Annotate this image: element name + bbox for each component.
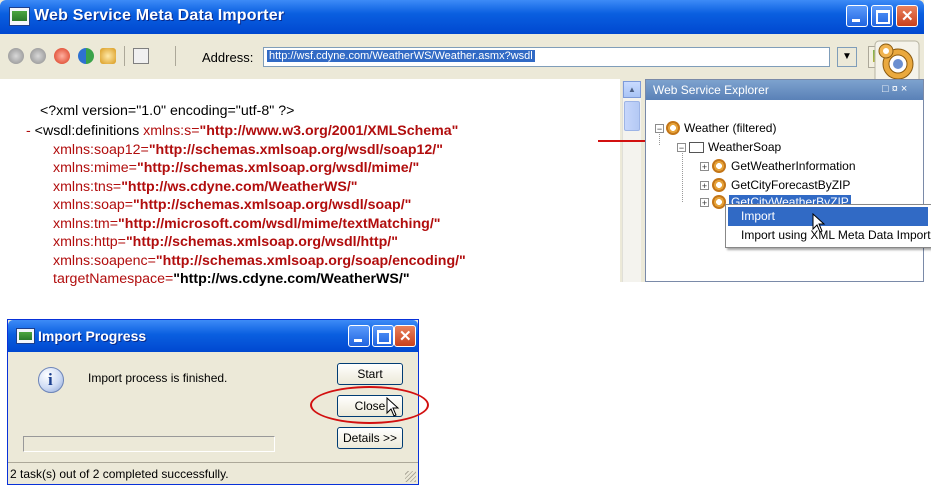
back-icon[interactable]	[8, 48, 24, 64]
menu-item-import[interactable]: Import	[728, 207, 928, 226]
refresh-icon[interactable]	[78, 48, 94, 64]
service-icon	[666, 121, 680, 135]
window-title: Web Service Meta Data Importer	[34, 7, 285, 24]
xml-token: "http://schemas.xmlsoap.org/soap/encodin…	[155, 253, 466, 269]
xml-line: <?xml version="1.0" encoding="utf-8" ?>	[40, 103, 294, 119]
close-window-button[interactable]	[896, 5, 918, 27]
xml-scrollbar[interactable]: ▲	[622, 81, 641, 282]
operation-icon	[712, 159, 726, 173]
dialog-title-bar[interactable]: Import Progress	[8, 320, 418, 352]
xml-document-pane[interactable]: <?xml version="1.0" encoding="utf-8" ?> -…	[0, 79, 620, 287]
address-label: Address:	[202, 50, 254, 65]
xml-token: "http://schemas.xmlsoap.org/wsdl/http/"	[125, 234, 398, 250]
xml-collapse-toggle[interactable]: -	[26, 123, 35, 139]
xml-token: xmlns:s=	[143, 123, 200, 139]
xml-token: xmlns:mime=	[53, 160, 137, 176]
resize-grip-icon[interactable]	[405, 471, 416, 482]
xml-token: xmlns:tm=	[53, 216, 119, 232]
tree-item-operation[interactable]: GetWeatherInformation	[731, 159, 856, 173]
xml-token: <wsdl:definitions	[34, 123, 144, 139]
collapse-root-icon[interactable]: −	[655, 124, 664, 134]
app-icon	[9, 7, 30, 26]
address-input[interactable]: http://wsf.cdyne.com/WeatherWS/Weather.a…	[263, 47, 830, 67]
scroll-thumb[interactable]	[624, 101, 640, 131]
collapse-port-icon[interactable]: −	[677, 143, 686, 153]
maximize-button[interactable]	[871, 5, 893, 27]
dialog-minimize-button[interactable]	[348, 325, 370, 347]
context-menu: Import Import using XML Meta Data Import	[725, 204, 931, 248]
scroll-up-arrow-icon[interactable]: ▲	[623, 81, 641, 98]
dialog-close-window-button[interactable]	[394, 325, 416, 347]
xml-line: xmlns:mime="http://schemas.xmlsoap.org/w…	[53, 160, 419, 176]
xml-token: targetNamespace=	[53, 271, 174, 287]
xml-line: xmlns:http="http://schemas.xmlsoap.org/w…	[53, 234, 398, 250]
dialog-title: Import Progress	[38, 328, 147, 344]
operation-icon	[712, 178, 726, 192]
start-button[interactable]: Start	[337, 363, 403, 385]
explorer-controls[interactable]: □ ¤ ×	[882, 83, 907, 95]
xml-token: "http://schemas.xmlsoap.org/wsdl/soap/"	[133, 197, 412, 213]
xml-line: xmlns:tns="http://ws.cdyne.com/WeatherWS…	[53, 179, 358, 195]
xml-token: xmlns:soap=	[53, 197, 134, 213]
xml-line: xmlns:soap="http://schemas.xmlsoap.org/w…	[53, 197, 411, 213]
xml-token: <?xml version="1.0" encoding="utf-8" ?>	[40, 103, 295, 119]
stop-icon[interactable]	[54, 48, 70, 64]
xml-token: "http://www.w3.org/2001/XMLSchema"	[199, 123, 459, 139]
main-window: Web Service Meta Data Importer Address: …	[0, 0, 931, 287]
xml-line: xmlns:tm="http://microsoft.com/wsdl/mime…	[53, 216, 441, 232]
tree-item-port[interactable]: WeatherSoap	[708, 140, 781, 154]
forward-icon[interactable]	[30, 48, 46, 64]
xml-line: xmlns:soap12="http://schemas.xmlsoap.org…	[53, 142, 443, 158]
expand-operation-icon[interactable]: +	[700, 162, 709, 172]
explorer-title: Web Service Explorer	[653, 83, 769, 97]
expand-operation-icon[interactable]: +	[700, 198, 709, 208]
menu-item-import-xml[interactable]: Import using XML Meta Data Import	[728, 226, 931, 245]
tree-connector	[659, 132, 660, 146]
minimize-button[interactable]	[846, 5, 868, 27]
address-url: http://wsf.cdyne.com/WeatherWS/Weather.a…	[267, 50, 535, 62]
home-icon[interactable]	[100, 48, 116, 64]
xml-token: "http://ws.cdyne.com/WeatherWS/"	[173, 271, 410, 287]
progress-bar	[23, 436, 275, 452]
xml-token: "http://microsoft.com/wsdl/mime/textMatc…	[118, 216, 441, 232]
xml-token: xmlns:soapenc=	[53, 253, 156, 269]
toolbar-separator	[124, 46, 125, 66]
title-bar[interactable]: Web Service Meta Data Importer	[0, 0, 924, 34]
annotation-circle	[310, 386, 429, 424]
web-service-explorer-panel: Web Service Explorer □ ¤ × − Weather (fi…	[645, 79, 924, 282]
xml-line: - <wsdl:definitions xmlns:s="http://www.…	[26, 123, 458, 139]
xml-token: "http://schemas.xmlsoap.org/wsdl/soap12/…	[148, 142, 443, 158]
tree-item-root[interactable]: Weather (filtered)	[684, 121, 776, 135]
print-icon[interactable]	[133, 48, 149, 64]
mouse-cursor-icon	[812, 213, 826, 233]
expand-operation-icon[interactable]: +	[700, 181, 709, 191]
toolbar-separator-2	[175, 46, 176, 66]
web-service-gear-icon	[874, 40, 920, 84]
xml-token: "http://schemas.xmlsoap.org/wsdl/mime/"	[136, 160, 420, 176]
dialog-message: Import process is finished.	[88, 371, 228, 385]
xml-token: xmlns:soap12=	[53, 142, 149, 158]
xml-token: xmlns:http=	[53, 234, 126, 250]
xml-line: targetNamespace="http://ws.cdyne.com/Wea…	[53, 271, 410, 287]
info-icon: i	[38, 367, 64, 393]
address-dropdown-button[interactable]: ▼	[837, 47, 857, 67]
dialog-app-icon	[16, 328, 35, 344]
operation-icon	[712, 195, 726, 209]
xml-token: xmlns:tns=	[53, 179, 122, 195]
tree-item-operation[interactable]: GetCityForecastByZIP	[731, 178, 850, 192]
explorer-header: Web Service Explorer □ ¤ ×	[646, 80, 923, 100]
dialog-maximize-button[interactable]	[372, 325, 394, 347]
xml-line: xmlns:soapenc="http://schemas.xmlsoap.or…	[53, 253, 466, 269]
status-text: 2 task(s) out of 2 completed successfull…	[10, 467, 229, 481]
tree-connector	[682, 151, 683, 203]
xml-token: "http://ws.cdyne.com/WeatherWS/"	[121, 179, 358, 195]
port-icon	[689, 142, 704, 153]
details-button[interactable]: Details >>	[337, 427, 403, 449]
